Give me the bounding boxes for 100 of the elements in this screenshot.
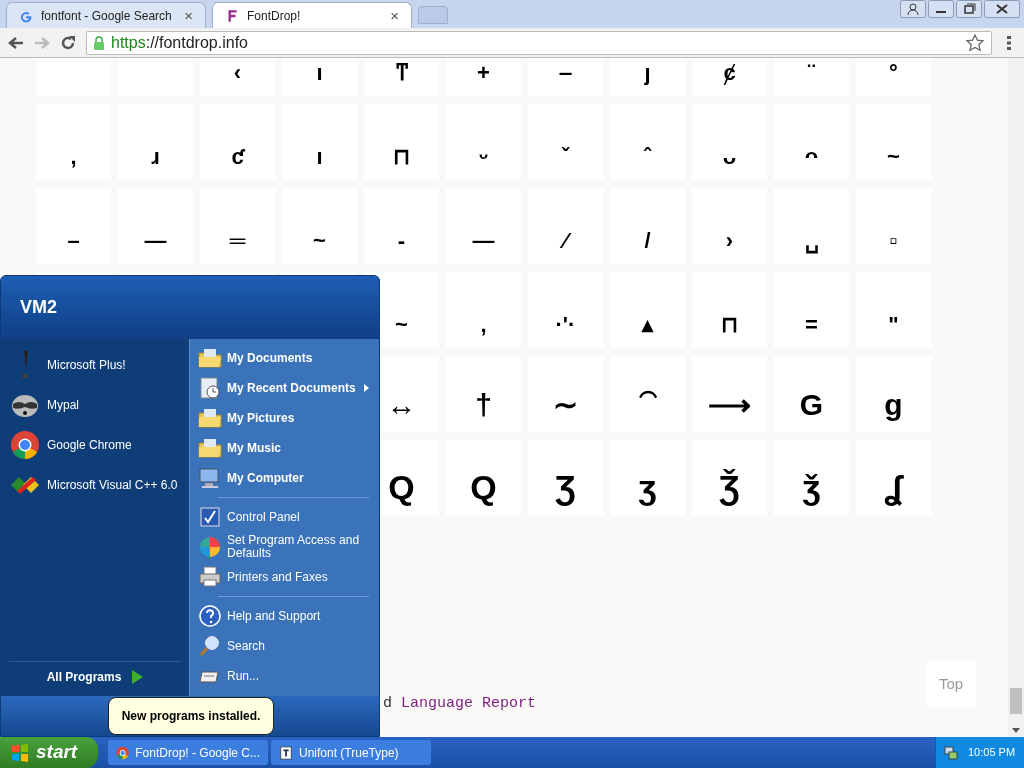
menu-item[interactable]: Search [198,631,373,661]
tab-title: fontfont - Google Search [41,7,173,25]
glyph: Ʒ [555,470,576,504]
top-button[interactable]: Top [926,660,976,708]
glyph: Ǯ [719,470,740,504]
address-bar[interactable]: https://fontdrop.info [86,30,992,55]
glyph: ¨ [807,62,816,84]
all-programs-link[interactable]: All Programs [46,668,122,686]
user-icon[interactable] [900,0,926,18]
glyph: ı [316,62,323,84]
minimize-icon[interactable] [928,0,954,18]
restore-icon[interactable] [956,0,982,18]
menu-item[interactable]: Set Program Access and Defaults [198,532,373,562]
glyph: ʒ [638,470,657,504]
glyph: ·'· [555,314,576,336]
scrollbar-thumb[interactable] [1010,688,1022,714]
glyph: g [884,390,903,420]
glyph: ᴗ [722,146,737,168]
language-report-link[interactable]: Language Report [401,693,537,716]
program-item[interactable]: Mypal [9,385,181,425]
control-panel-icon [198,505,222,529]
glyph: ▴ [642,314,653,336]
close-icon[interactable]: × [184,8,193,23]
glyph: – [67,230,80,252]
close-icon[interactable] [984,0,1020,18]
glyph: ı [316,146,323,168]
document-clock-icon [198,376,222,400]
glyph: › [725,230,734,252]
glyph: ȷ [644,62,651,84]
glyph: ▫ [889,230,898,252]
program-label: Microsoft Plus! [47,357,126,374]
menu-item-label: Set Program Access and Defaults [227,534,361,560]
glyph: Q [388,470,415,504]
url-text: https://fontdrop.info [111,32,248,53]
glyph: ↔ [386,390,417,420]
program-item[interactable]: Microsoft Visual C++ 6.0 [9,465,181,505]
taskbar-button[interactable]: FontDrop! - Google C... [108,740,268,765]
menu-item[interactable]: My Computer [198,463,373,493]
menu-item[interactable]: My Pictures [198,403,373,433]
menu-item[interactable]: Printers and Faxes [198,562,373,592]
glyph: ȼ [723,62,736,84]
glyph: ‒ [559,62,572,84]
back-arrow-icon[interactable] [8,35,24,50]
program-item[interactable]: Google Chrome [9,425,181,465]
program-item[interactable]: Microsoft Plus! [9,345,181,385]
glyph: ⊓ [721,314,738,336]
glyph: ° [889,62,898,84]
font-file-icon [279,745,293,760]
glyph: ᵕ [478,146,488,168]
folder-icon [198,436,222,460]
glyph: / [644,230,651,252]
glyph: ⁀ [638,390,657,420]
glyph: — [472,230,495,252]
star-icon[interactable] [965,32,985,53]
glyph: = [805,314,818,336]
program-label: Microsoft Visual C++ 6.0 [47,477,178,494]
glyph: ƈ [231,146,244,168]
glyph: † [475,390,492,420]
clock: 10:05 PM [968,745,1016,761]
menu-item[interactable]: My Documents [198,343,373,373]
windows-flag-icon [10,742,30,763]
network-icon[interactable] [944,745,958,760]
menu-item[interactable]: My Music [198,433,373,463]
browser-tab[interactable]: fontfont - Google Search × [6,2,206,28]
glyph: + [477,62,490,84]
glyph: ͳ [394,62,409,84]
tab-title: FontDrop! [247,7,302,25]
user-name: VM2 [20,296,57,319]
program-label: Google Chrome [47,437,132,454]
close-icon[interactable]: × [390,8,399,23]
program-label: Mypal [47,397,79,414]
triangle-arrow-icon [131,670,144,684]
menu-item-label: My Documents [227,351,313,365]
menu-item-label: Search [227,639,266,653]
glyph: - [397,230,406,252]
glyph: ═ [229,230,246,252]
glyph: ∼ [553,390,578,420]
menu-item[interactable]: My Recent Documents [198,373,373,403]
footer-text: d [383,694,392,714]
down-arrow-icon[interactable] [1012,728,1020,733]
lock-icon [93,35,105,50]
printer-icon [198,565,222,589]
scrollbar[interactable] [1008,58,1024,737]
browser-tab[interactable]: FontDrop! × [212,2,412,28]
menu-item[interactable]: Run... [198,661,373,691]
menu-item[interactable]: Control Panel [198,502,373,532]
glyph: ǯ [802,470,821,504]
chrome-icon [9,429,41,461]
folder-icon [198,346,222,370]
menu-item[interactable]: Help and Support [198,601,373,631]
menu-item-label: My Music [227,441,281,455]
start-button[interactable]: start [0,737,98,768]
menu-item-label: Run... [227,669,259,683]
glyph: G [799,390,824,420]
glyph: — [144,230,167,252]
glyph: ~ [887,146,900,168]
reload-icon[interactable] [60,34,76,51]
taskbar-button[interactable]: Unifont (TrueType) [271,740,431,765]
glyph: ˇ [561,146,570,168]
glyph: " [888,314,899,336]
